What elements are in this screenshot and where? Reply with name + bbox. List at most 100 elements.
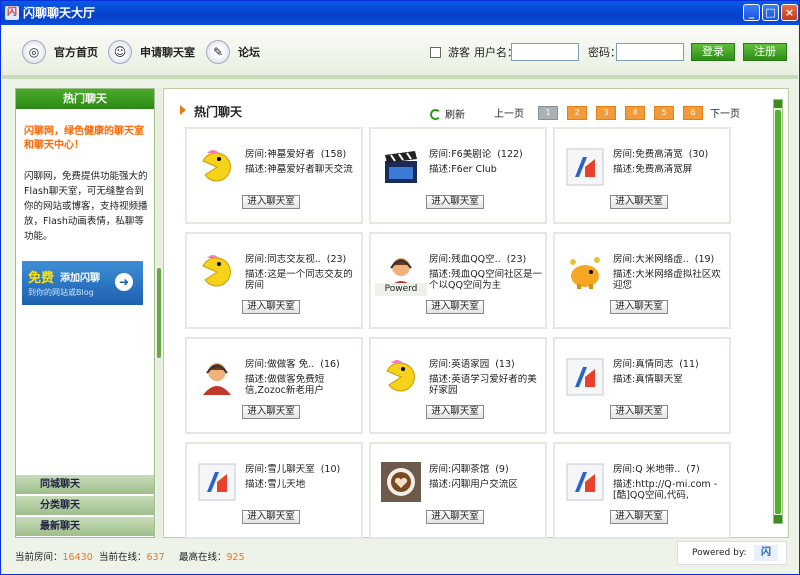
room-description: F6er Club	[451, 164, 497, 175]
room-count: (19)	[694, 254, 715, 265]
room-count: (23)	[326, 254, 347, 265]
room-info: 房间:做做客 免.. (16) 描述:做做客免费短信,Zozoc新老用户	[245, 359, 361, 396]
page-button[interactable]: 6	[683, 105, 703, 120]
refresh-button[interactable]: 刷新	[430, 106, 465, 121]
room-card[interactable]: 房间:神墓爱好者 (158) 描述:神墓爱好者聊天交流 进入聊天室	[185, 127, 363, 224]
pacman-icon	[197, 147, 237, 187]
login-button[interactable]: 登录	[691, 43, 735, 61]
next-page-link[interactable]: 下一页	[710, 105, 740, 120]
guest-checkbox[interactable]	[430, 47, 441, 58]
page-button[interactable]: 4	[625, 105, 645, 120]
banner-add-text: 添加闪聊	[60, 273, 100, 284]
room-card[interactable]: 房间:英语家园 (13) 描述:英语学习爱好者的美好家园进入聊天室	[369, 337, 547, 434]
enter-room-button[interactable]: 进入聊天室	[242, 510, 300, 524]
room-count: (16)	[320, 359, 340, 370]
nav-forum-link[interactable]: ✎ 论坛	[206, 40, 260, 64]
password-input[interactable]	[616, 43, 684, 61]
enter-room-button[interactable]: 进入聊天室	[242, 195, 300, 209]
maximize-button[interactable]: □	[762, 4, 779, 21]
room-label: 房间:	[245, 464, 268, 475]
room-description: 雪儿天地	[267, 479, 306, 490]
room-card[interactable]: 房间:闪聊茶馆 (9) 描述:闪聊用户交流区 进入聊天室	[369, 442, 547, 539]
desc-label: 描述:	[245, 164, 268, 175]
room-card[interactable]: 房间:同志交友视.. (23) 描述:这是一个同志交友的房间 进入聊天室	[185, 232, 363, 329]
scroll-thumb[interactable]	[775, 110, 781, 514]
desc-label: 描述:	[429, 374, 452, 385]
refresh-icon	[430, 109, 441, 120]
sidebar-item-city[interactable]: 同城聊天	[16, 474, 154, 494]
room-label: 房间:	[613, 254, 636, 265]
room-info: 房间:英语家园 (13) 描述:英语学习爱好者的美好家园	[429, 359, 545, 396]
scroll-up-icon[interactable]	[774, 100, 782, 108]
room-card[interactable]: 房间:真情同志 (11) 描述:真情聊天室进入聊天室	[553, 337, 731, 434]
headset-avatar-icon: Powerd	[375, 252, 427, 296]
sidebar-header[interactable]: 热门聊天	[16, 89, 154, 109]
room-card[interactable]: 房间:F6美剧论 (122) 描述:F6er Club 进入聊天室	[369, 127, 547, 224]
room-name: F6美剧论	[451, 149, 492, 160]
room-card[interactable]: Powerd 房间:残血QQ空.. (23) 描述:残血QQ空间社区是一个以QQ空间为…	[369, 232, 547, 329]
sidebar: 热门聊天 闪聊网，绿色健康的聊天室和聊天中心！ 闪聊网，免费提供功能强大的Fla…	[15, 88, 155, 538]
enter-room-button[interactable]: 进入聊天室	[242, 405, 300, 419]
enter-room-button[interactable]: 进入聊天室	[610, 300, 668, 314]
room-card[interactable]: 房间:雪儿聊天室 (10) 描述:雪儿天地 进入聊天室	[185, 442, 363, 539]
room-count: (158)	[320, 149, 347, 160]
scroll-down-icon[interactable]	[774, 515, 782, 523]
powered-by-badge[interactable]: Powered by: 闪	[677, 541, 787, 565]
page-button[interactable]: 3	[596, 105, 616, 120]
title-bar: 闪 闪聊聊天大厅 _ □ ×	[1, 1, 799, 25]
room-card[interactable]: 房间:免费高清宽 (30) 描述:免费高清宽屏进入聊天室	[553, 127, 731, 224]
room-name: 做做客 免..	[267, 359, 315, 370]
room-info: 房间:同志交友视.. (23) 描述:这是一个同志交友的房间	[245, 254, 361, 291]
room-name: 同志交友视..	[267, 254, 321, 265]
room-info: 房间:真情同志 (11) 描述:真情聊天室	[613, 359, 729, 396]
page-button[interactable]: 2	[567, 105, 587, 120]
headset-avatar-icon	[197, 357, 237, 397]
room-label: 房间:	[613, 464, 636, 475]
room-card[interactable]: 房间:大米网络虚.. (19) 描述:大米网络虚拟社区欢迎您 进入聊天室	[553, 232, 731, 329]
vertical-scrollbar[interactable]	[773, 99, 783, 524]
room-label: 房间:	[245, 149, 268, 160]
room-name: 英语家园	[451, 359, 490, 370]
sidebar-splitter[interactable]	[156, 88, 162, 538]
desc-label: 描述:	[429, 269, 452, 280]
room-name: 真情同志	[635, 359, 674, 370]
shanliao-logo-icon	[565, 147, 605, 187]
prev-page-link[interactable]: 上一页	[494, 105, 524, 120]
enter-room-button[interactable]: 进入聊天室	[610, 405, 668, 419]
splitter-grip[interactable]	[157, 268, 161, 358]
room-label: 房间:	[429, 149, 452, 160]
enter-room-button[interactable]: 进入聊天室	[610, 195, 668, 209]
main-title: 热门聊天	[180, 103, 242, 120]
enter-room-button[interactable]: 进入聊天室	[610, 510, 668, 524]
current-rooms-stat: 当前房间：16430	[15, 552, 93, 563]
page-button[interactable]: 1	[538, 105, 558, 120]
room-name: 闪聊茶馆	[451, 464, 490, 475]
enter-room-button[interactable]: 进入聊天室	[242, 300, 300, 314]
pacman-icon	[197, 252, 237, 292]
sidebar-description: 闪聊网，免费提供功能强大的Flash聊天室，可无缝整合到你的网站或博客，支持视频…	[24, 171, 148, 242]
page-button[interactable]: 5	[654, 105, 674, 120]
close-button[interactable]: ×	[781, 4, 798, 21]
nav-home-link[interactable]: ◎ 官方首页	[22, 40, 98, 64]
room-info: 房间:免费高清宽 (30) 描述:免费高清宽屏	[613, 149, 729, 186]
sidebar-item-newest[interactable]: 最新聊天	[16, 516, 154, 536]
room-card[interactable]: 房间:Q 米地带.. (7) 描述:http://Q-mi.com - [酷]QQ空…	[553, 442, 731, 539]
room-description: 真情聊天室	[635, 374, 683, 385]
enter-room-button[interactable]: 进入聊天室	[426, 405, 484, 419]
shanliao-logo-icon: 闪	[754, 545, 778, 561]
register-button[interactable]: 注册	[743, 43, 787, 61]
add-shanliao-banner[interactable]: 免费 添加闪聊 到你的网站或Blog ➜	[22, 261, 143, 305]
minimize-button[interactable]: _	[743, 4, 760, 21]
room-card[interactable]: 房间:做做客 免.. (16) 描述:做做客免费短信,Zozoc新老用户 进入聊天室	[185, 337, 363, 434]
banner-free-text: 免费	[28, 271, 55, 286]
sidebar-item-category[interactable]: 分类聊天	[16, 495, 154, 515]
username-input[interactable]	[511, 43, 579, 61]
max-online-stat: 最高在线：925	[179, 552, 245, 563]
enter-room-button[interactable]: 进入聊天室	[426, 510, 484, 524]
globe-icon: ◎	[22, 40, 46, 64]
enter-room-button[interactable]: 进入聊天室	[426, 195, 484, 209]
enter-room-button[interactable]: 进入聊天室	[426, 300, 484, 314]
nav-apply-link[interactable]: ☺ 申请聊天室	[108, 40, 195, 64]
main-panel: 热门聊天 刷新 上一页 1 2 3 4 5 6 下一页 房间:神墓爱好者 (158…	[163, 88, 789, 539]
avatar-overlay-text: Powerd	[375, 283, 427, 296]
